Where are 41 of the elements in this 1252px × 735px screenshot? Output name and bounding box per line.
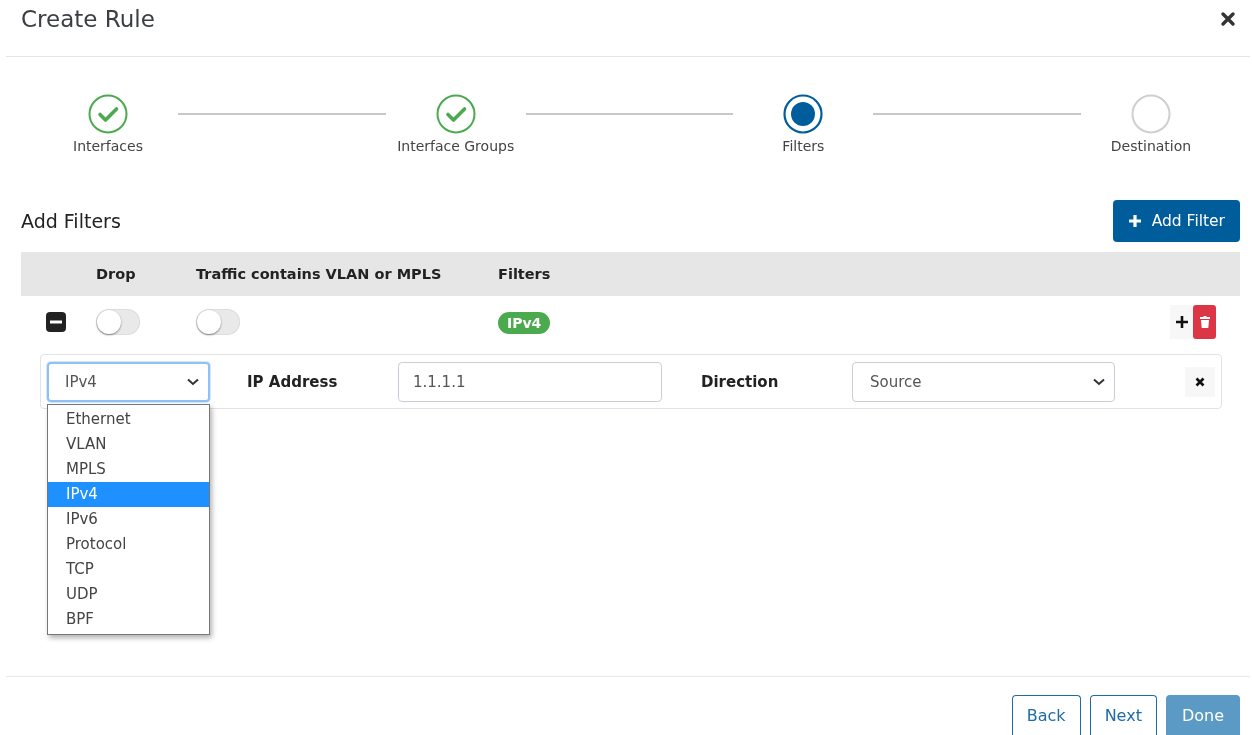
dropdown-option[interactable]: Protocol [48, 531, 209, 557]
filter-type-select[interactable]: IPv4 [47, 361, 210, 402]
filter-badge: IPv4 [498, 311, 551, 334]
column-header: Traffic contains VLAN or MPLS [196, 266, 443, 282]
dropdown-option[interactable]: MPLS [48, 456, 209, 482]
dialog-title: Create Rule [21, 6, 155, 32]
add-row-button[interactable] [1170, 305, 1194, 339]
field-label: Direction [701, 372, 780, 391]
column-header: Filters [498, 266, 552, 282]
trash-icon [1199, 316, 1210, 328]
footer-button[interactable]: Next [1089, 695, 1157, 735]
plus-icon [1175, 316, 1188, 328]
direction-select[interactable]: Source [852, 361, 1115, 402]
close-button[interactable] [1218, 9, 1238, 29]
toggle-switch[interactable] [196, 309, 240, 335]
step-label: Interfaces [73, 138, 143, 154]
collapse-toggle[interactable] [46, 312, 66, 332]
chevron-down-icon [1093, 377, 1105, 386]
footer-button[interactable]: Back [1011, 695, 1081, 735]
dropdown-option[interactable]: IPv6 [48, 506, 209, 532]
step-label: Filters [782, 138, 825, 154]
dropdown-option[interactable]: Ethernet [48, 406, 209, 432]
dropdown-option[interactable]: UDP [48, 581, 209, 607]
delete-button[interactable] [1193, 305, 1216, 339]
toggle-switch[interactable] [96, 309, 140, 335]
remove-filter-button[interactable] [1185, 366, 1215, 397]
step-label: Destination [1110, 138, 1192, 154]
step-label: Interface Groups [397, 138, 515, 154]
close-icon [1195, 376, 1205, 387]
dropdown-option[interactable]: BPF [48, 606, 209, 632]
section-title: Add Filters [21, 210, 121, 232]
close-icon [1220, 11, 1236, 27]
dropdown-option[interactable]: TCP [48, 556, 209, 582]
field-label: IP Address [247, 372, 339, 391]
minus-square-icon [46, 312, 66, 332]
chevron-down-icon [187, 377, 199, 386]
add-filter-button[interactable]: Add Filter [1112, 200, 1240, 242]
ip-address-field[interactable]: 1.1.1.1 [398, 361, 662, 402]
dropdown-option[interactable]: VLAN [48, 431, 209, 457]
column-header: Drop [96, 266, 137, 282]
plus-icon [1127, 214, 1142, 228]
